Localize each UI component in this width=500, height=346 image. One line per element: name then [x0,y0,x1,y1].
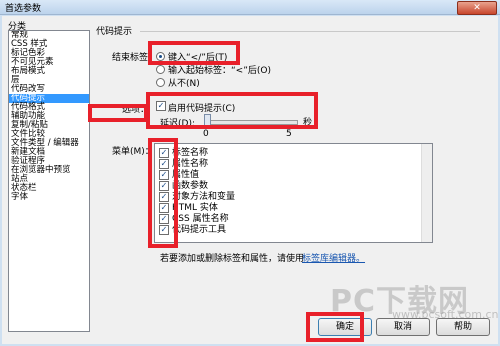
menu-list[interactable]: ✓ 代码提示工具 ✓ CSS 属性名称 ✓ HTML 实体 ✓ 对象方法和变量 ✓ 函数参数 ✓ 属性… [154,143,433,243]
annotation-box-menu-checkboxes [148,138,178,248]
annotation-box-ok [306,312,364,342]
annotation-box-options [146,92,318,129]
menu-list-item[interactable]: ✓ 标签名称 [159,148,419,158]
section-divider [140,31,480,32]
tag-library-editor-link[interactable]: 标签库编辑器。 [302,251,365,264]
category-item[interactable]: 布局模式 [9,67,89,76]
menu-item-label: HTML 实体 [172,203,218,213]
title-bar: 首选参数 ✕ [0,0,500,15]
menu-list-scrollbar[interactable] [421,144,432,242]
hint-text: 若要添加或删除标签和属性，请使用 [160,254,305,264]
delay-min-label: 0 [203,129,209,139]
help-button[interactable]: 帮助 [436,318,490,336]
menu-item-label: 代码提示工具 [172,225,227,235]
delay-max-label: 5 [286,129,292,139]
cancel-button[interactable]: 取消 [376,318,430,336]
menu-list-item[interactable]: ✓ 函数参数 [159,181,419,191]
close-tags-option-2: 从不(N) [168,79,200,89]
window-title: 首选参数 [5,4,42,14]
category-item[interactable]: 字体 [9,193,89,202]
section-title: 代码提示 [96,27,133,37]
close-tags-radio-1[interactable] [156,65,165,74]
menu-item-label: CSS 属性名称 [172,214,229,224]
close-button[interactable]: ✕ [457,1,497,15]
menu-list-item[interactable]: ✓ 属性名称 [159,159,419,169]
menu-list-item[interactable]: ✓ 对象方法和变量 [159,192,419,202]
close-tags-radio-2[interactable] [156,78,165,87]
annotation-box-close-tags [148,41,240,65]
menu-list-item[interactable]: ✓ 属性值 [159,170,419,180]
menu-item-label: 对象方法和变量 [172,192,236,202]
category-list[interactable]: 常规 CSS 样式 标记色彩 不可见元素 布局模式层代码改写 代码提示 代码格式 辅助功能 复制… [8,30,90,332]
annotation-box-category [88,104,148,122]
menu-list-item[interactable]: ✓ 代码提示工具 [159,225,419,235]
menu-list-item[interactable]: ✓ CSS 属性名称 [159,214,419,224]
menu-list-item[interactable]: ✓ HTML 实体 [159,203,419,213]
